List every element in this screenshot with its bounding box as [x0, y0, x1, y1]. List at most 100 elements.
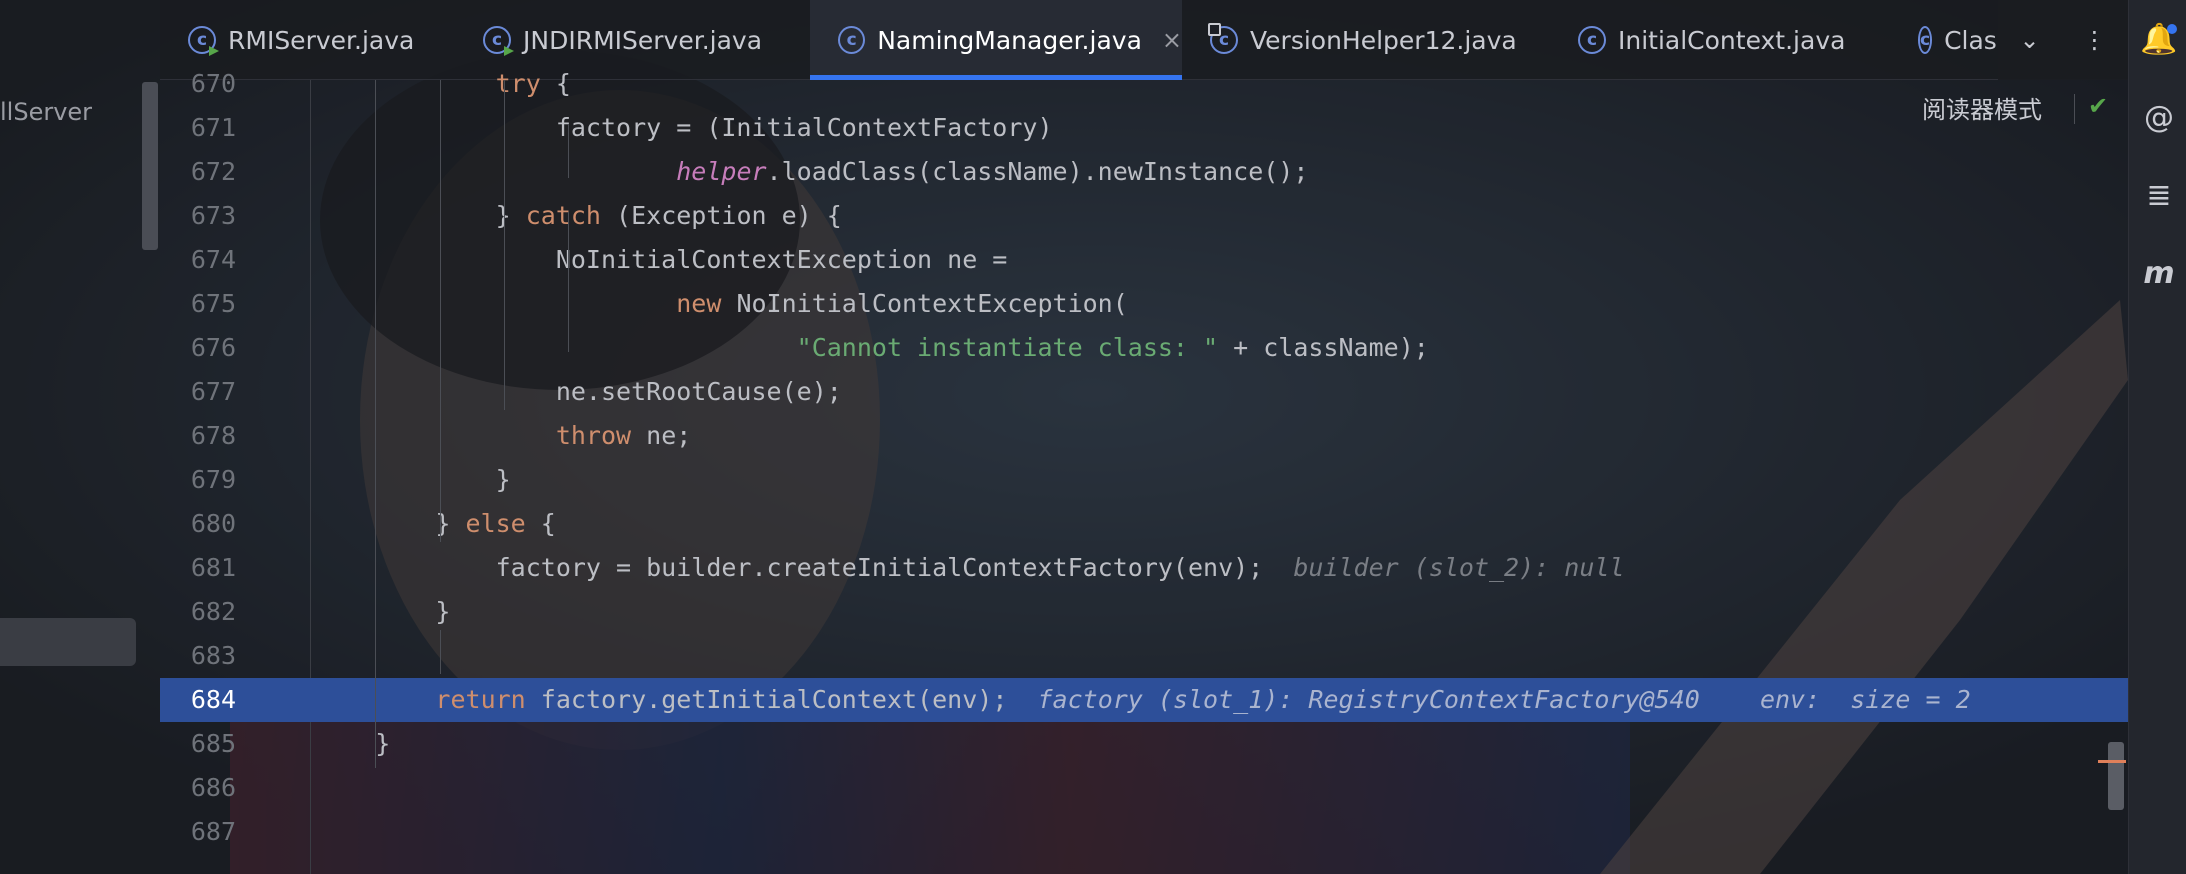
- class-run-icon: c: [188, 26, 216, 54]
- code-text: NoInitialContextException ne =: [315, 238, 1008, 282]
- scrollbar-marker: [2098, 760, 2126, 763]
- line-number[interactable]: 678: [160, 414, 236, 458]
- class-icon: c: [1918, 26, 1933, 54]
- code-token: catch: [525, 201, 601, 230]
- right-tool-window-bar: 🔔 @ ≣ m: [2128, 0, 2186, 874]
- class-run-icon: c: [483, 26, 511, 54]
- indent-guide: [440, 630, 441, 674]
- tab-label: NamingManager.java: [877, 25, 1142, 55]
- line-number[interactable]: 675: [160, 282, 236, 326]
- code-token: throw: [555, 421, 632, 450]
- editor-scrollbar[interactable]: [2108, 742, 2124, 810]
- code-token: factory = builder.createInitialContextFa…: [315, 553, 1294, 582]
- project-tree-item[interactable]: llServer: [0, 98, 92, 126]
- code-token: new: [676, 289, 722, 318]
- code-token: + className);: [1218, 333, 1429, 362]
- code-text: factory = builder.createInitialContextFa…: [315, 546, 1625, 590]
- line-number[interactable]: 674: [160, 238, 236, 282]
- code-line[interactable]: 671 factory = (InitialContextFactory): [160, 106, 2128, 150]
- code-token: ne.setRootCause(e);: [315, 377, 842, 406]
- line-number[interactable]: 671: [160, 106, 236, 150]
- code-line[interactable]: 674 NoInitialContextException ne =: [160, 238, 2128, 282]
- project-panel: llServer: [0, 0, 160, 874]
- line-number[interactable]: 683: [160, 634, 236, 678]
- tab-label: JNDIRMIServer.java: [523, 25, 763, 55]
- line-number[interactable]: 686: [160, 766, 236, 810]
- check-icon[interactable]: ✔: [2088, 92, 2108, 120]
- code-line[interactable]: 681 factory = builder.createInitialConte…: [160, 546, 2128, 590]
- debug-inline-value: builder (slot_2): null: [1293, 553, 1625, 582]
- code-line[interactable]: 672 helper.loadClass(className).newInsta…: [160, 150, 2128, 194]
- code-line[interactable]: 678 throw ne;: [160, 414, 2128, 458]
- code-text: }: [315, 590, 450, 634]
- code-token: }: [315, 597, 451, 626]
- code-line[interactable]: 676 "Cannot instantiate class: " + class…: [160, 326, 2128, 370]
- line-number[interactable]: 682: [160, 590, 236, 634]
- indent-guide: [504, 80, 505, 410]
- code-token: .loadClass(className).newInstance();: [766, 157, 1309, 186]
- code-token: try: [495, 69, 541, 98]
- line-number[interactable]: 676: [160, 326, 236, 370]
- code-line[interactable]: 675 new NoInitialContextException(: [160, 282, 2128, 326]
- line-number[interactable]: 684: [160, 678, 236, 722]
- code-line[interactable]: 685 }: [160, 722, 2128, 766]
- code-line[interactable]: 680 } else {: [160, 502, 2128, 546]
- line-number[interactable]: 679: [160, 458, 236, 502]
- project-selected-row[interactable]: [0, 618, 136, 666]
- spiral-icon: @: [2144, 100, 2174, 135]
- code-line[interactable]: 683: [160, 634, 2128, 678]
- line-number[interactable]: 670: [160, 62, 236, 106]
- line-number[interactable]: 687: [160, 810, 236, 854]
- code-line[interactable]: 686: [160, 766, 2128, 810]
- line-number[interactable]: 681: [160, 546, 236, 590]
- code-line[interactable]: 682 }: [160, 590, 2128, 634]
- tab-label: InitialContext.java: [1618, 25, 1846, 55]
- code-token: }: [315, 729, 391, 758]
- code-text: try {: [315, 62, 571, 106]
- maven-icon[interactable]: m: [2139, 254, 2179, 294]
- divider: [2074, 94, 2075, 124]
- code-line[interactable]: 687: [160, 810, 2128, 854]
- code-line[interactable]: 670 try {: [160, 62, 2128, 106]
- line-number[interactable]: 680: [160, 502, 236, 546]
- code-line-current[interactable]: 684 return factory.getInitialContext(env…: [160, 678, 2128, 722]
- code-token: }: [315, 509, 466, 538]
- chevron-down-icon[interactable]: ⌄: [2019, 26, 2039, 54]
- line-number[interactable]: 673: [160, 194, 236, 238]
- code-text: } else {: [315, 502, 556, 546]
- line-number[interactable]: 677: [160, 370, 236, 414]
- code-token: {: [525, 509, 556, 538]
- more-options-icon[interactable]: ⋮: [2083, 26, 2107, 54]
- database-icon[interactable]: ≣: [2139, 176, 2179, 216]
- code-token: (Exception e) {: [600, 201, 842, 230]
- project-scrollbar[interactable]: [142, 82, 158, 250]
- close-icon[interactable]: ×: [1162, 26, 1182, 54]
- code-token: }: [315, 465, 511, 494]
- code-line[interactable]: 679 }: [160, 458, 2128, 502]
- reader-mode-toggle[interactable]: 阅读器模式: [1922, 90, 2042, 125]
- code-token: NoInitialContextException(: [721, 289, 1128, 318]
- line-number[interactable]: 672: [160, 150, 236, 194]
- code-token: factory = (InitialContextFactory): [315, 113, 1053, 142]
- code-editor[interactable]: 670 try {671 factory = (InitialContextFa…: [160, 69, 2128, 874]
- code-token: NoInitialContextException ne =: [315, 245, 1008, 274]
- code-line[interactable]: 673 } catch (Exception e) {: [160, 194, 2128, 238]
- code-text: throw ne;: [315, 414, 691, 458]
- notifications-icon[interactable]: 🔔: [2139, 20, 2179, 60]
- class-locked-icon: c: [1208, 23, 1238, 54]
- code-token: return: [435, 685, 526, 714]
- database-stack-icon: ≣: [2146, 178, 2172, 213]
- line-number[interactable]: 685: [160, 722, 236, 766]
- notification-badge: [2167, 24, 2177, 34]
- code-text: new NoInitialContextException(: [315, 282, 1128, 326]
- code-line[interactable]: 677 ne.setRootCause(e);: [160, 370, 2128, 414]
- indent-guide: [568, 124, 569, 178]
- code-text: } catch (Exception e) {: [315, 194, 842, 238]
- code-token: ne;: [631, 421, 692, 450]
- code-token: factory.getInitialContext(env);: [525, 685, 1038, 714]
- ai-assistant-icon[interactable]: @: [2139, 98, 2179, 138]
- code-token: {: [540, 69, 571, 98]
